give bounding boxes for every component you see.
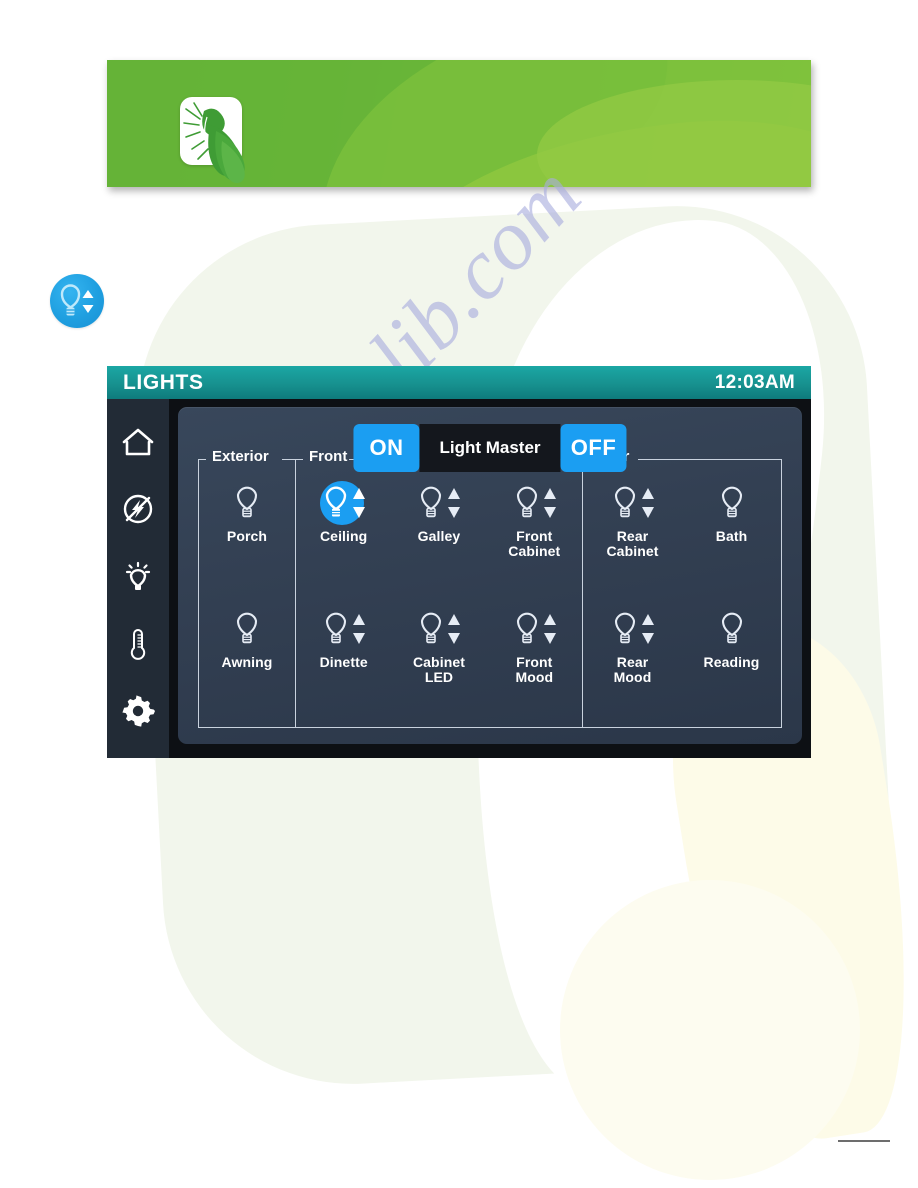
dimmer-arrows-icon[interactable] (543, 487, 557, 519)
main-panel-container: ON Light Master OFF Exterior Porch Awnin… (169, 399, 811, 758)
light-button-rear-mood[interactable]: Rear Mood (585, 601, 681, 684)
dimmer-arrows-icon[interactable] (641, 613, 655, 645)
grasshopper-logo-icon (183, 102, 245, 184)
master-label: Light Master (419, 424, 561, 472)
light-row: Dinette Cabinet LED Front Mood (296, 601, 582, 727)
banner-background (107, 60, 811, 187)
light-button-bath[interactable]: Bath (684, 475, 780, 544)
bulb-glyph-icon (232, 608, 262, 651)
lights-panel: ON Light Master OFF Exterior Porch Awnin… (178, 407, 802, 744)
bulb-glyph-icon (232, 482, 262, 525)
light-groups: Exterior Porch Awning Front Ceiling Gall… (198, 449, 782, 728)
page-banner (107, 60, 811, 187)
group-rows: Porch Awning (199, 475, 295, 727)
group-rows: Rear Cabinet Bath Rear Mood Reading (583, 475, 781, 727)
sidebar-item-climate[interactable] (117, 623, 159, 664)
light-label: Rear Cabinet (606, 528, 659, 559)
light-row: Ceiling Galley Front Cabinet (296, 475, 582, 601)
light-label: Cabinet LED (412, 654, 465, 685)
light-bulb-icon (221, 607, 273, 651)
touchscreen-device: LIGHTS 12:03AM ON Light Master OFF Exter… (107, 366, 811, 758)
light-bulb-icon (706, 607, 758, 651)
power-off-icon (123, 494, 153, 524)
light-button-rear-cabinet[interactable]: Rear Cabinet (585, 475, 681, 558)
dimmable-light-bulb-icon (50, 274, 104, 328)
light-bulb-icon (607, 481, 659, 525)
bulb-glyph-icon (512, 608, 542, 651)
screen-body: ON Light Master OFF Exterior Porch Awnin… (107, 399, 811, 758)
bulb-glyph-icon (610, 608, 640, 651)
light-label: Awning (221, 654, 273, 670)
bulb-glyph-icon (416, 482, 446, 525)
light-bulb-icon (508, 607, 560, 651)
sidebar-item-settings[interactable] (117, 691, 159, 732)
light-button-front-cabinet[interactable]: Front Cabinet (492, 475, 576, 558)
dimmer-arrows-icon[interactable] (352, 613, 366, 645)
light-group-rear: Rear RearCabinet Bath RearMood Reading (582, 449, 782, 728)
light-master-control: ON Light Master OFF (353, 424, 627, 472)
screen-titlebar: LIGHTS 12:03AM (107, 366, 811, 399)
bulb-glyph-icon (610, 482, 640, 525)
light-label: Porch (226, 528, 268, 544)
bulb-glyph-icon (717, 482, 747, 525)
light-label: Dinette (319, 654, 368, 670)
light-bulb-icon (318, 481, 370, 525)
bulb-glyph-icon (321, 482, 351, 525)
light-label: Galley (417, 528, 461, 544)
dimmer-arrows-icon[interactable] (447, 613, 461, 645)
background-shape (560, 880, 860, 1180)
light-label: Reading (703, 654, 760, 670)
light-row: Rear Cabinet Bath (583, 475, 781, 601)
light-label: Rear Mood (613, 654, 652, 685)
light-button-front-mood[interactable]: Front Mood (492, 601, 576, 684)
light-bulb-icon (607, 607, 659, 651)
light-row: Rear Mood Reading (583, 601, 781, 727)
light-group-exterior: Exterior Porch Awning (198, 449, 296, 728)
light-button-porch[interactable]: Porch (199, 475, 295, 544)
light-label: Ceiling (319, 528, 368, 544)
thermometer-icon (130, 628, 146, 660)
light-button-ceiling[interactable]: Ceiling (302, 475, 386, 544)
light-button-cabinet-led[interactable]: Cabinet LED (397, 601, 481, 684)
light-bulb-icon (125, 561, 151, 590)
light-label: Bath (715, 528, 748, 544)
dimmer-arrows-icon[interactable] (641, 487, 655, 519)
dimmer-arrows-icon[interactable] (352, 487, 366, 519)
group-legend: Front (309, 448, 348, 465)
clock: 12:03AM (714, 371, 795, 393)
light-bulb-icon (221, 481, 273, 525)
light-bulb-icon (318, 607, 370, 651)
light-row: Awning (199, 601, 295, 727)
home-icon (122, 428, 154, 456)
bulb-glyph-icon (717, 608, 747, 651)
light-button-awning[interactable]: Awning (199, 601, 295, 670)
sidebar-item-lights[interactable] (117, 556, 159, 597)
group-rows: Ceiling Galley Front Cabinet Dinette Cabi… (296, 475, 582, 727)
master-off-button[interactable]: OFF (560, 424, 627, 472)
page-title: LIGHTS (123, 370, 204, 394)
light-bulb-icon (706, 481, 758, 525)
light-button-galley[interactable]: Galley (397, 475, 481, 544)
bulb-glyph-icon (321, 608, 351, 651)
master-on-button[interactable]: ON (353, 424, 420, 472)
gear-icon (122, 695, 155, 727)
light-label: Front Cabinet (508, 528, 561, 559)
light-button-dinette[interactable]: Dinette (302, 601, 386, 670)
footer-rule (838, 1140, 890, 1142)
sidebar-item-power[interactable] (117, 488, 159, 529)
light-label: Front Mood (515, 654, 554, 685)
bulb-glyph-icon (512, 482, 542, 525)
dimmer-arrows-icon[interactable] (447, 487, 461, 519)
light-bulb-icon (413, 607, 465, 651)
light-bulb-icon (508, 481, 560, 525)
bulb-glyph-icon (416, 608, 446, 651)
light-row: Porch (199, 475, 295, 601)
sidebar-item-home[interactable] (117, 421, 159, 462)
dimmer-arrows-icon[interactable] (543, 613, 557, 645)
light-group-front: Front Ceiling Galley Front Cabinet Dinett… (295, 449, 583, 728)
sidebar (107, 399, 169, 758)
group-legend: Exterior (212, 448, 269, 465)
light-button-reading[interactable]: Reading (684, 601, 780, 670)
light-bulb-icon (413, 481, 465, 525)
